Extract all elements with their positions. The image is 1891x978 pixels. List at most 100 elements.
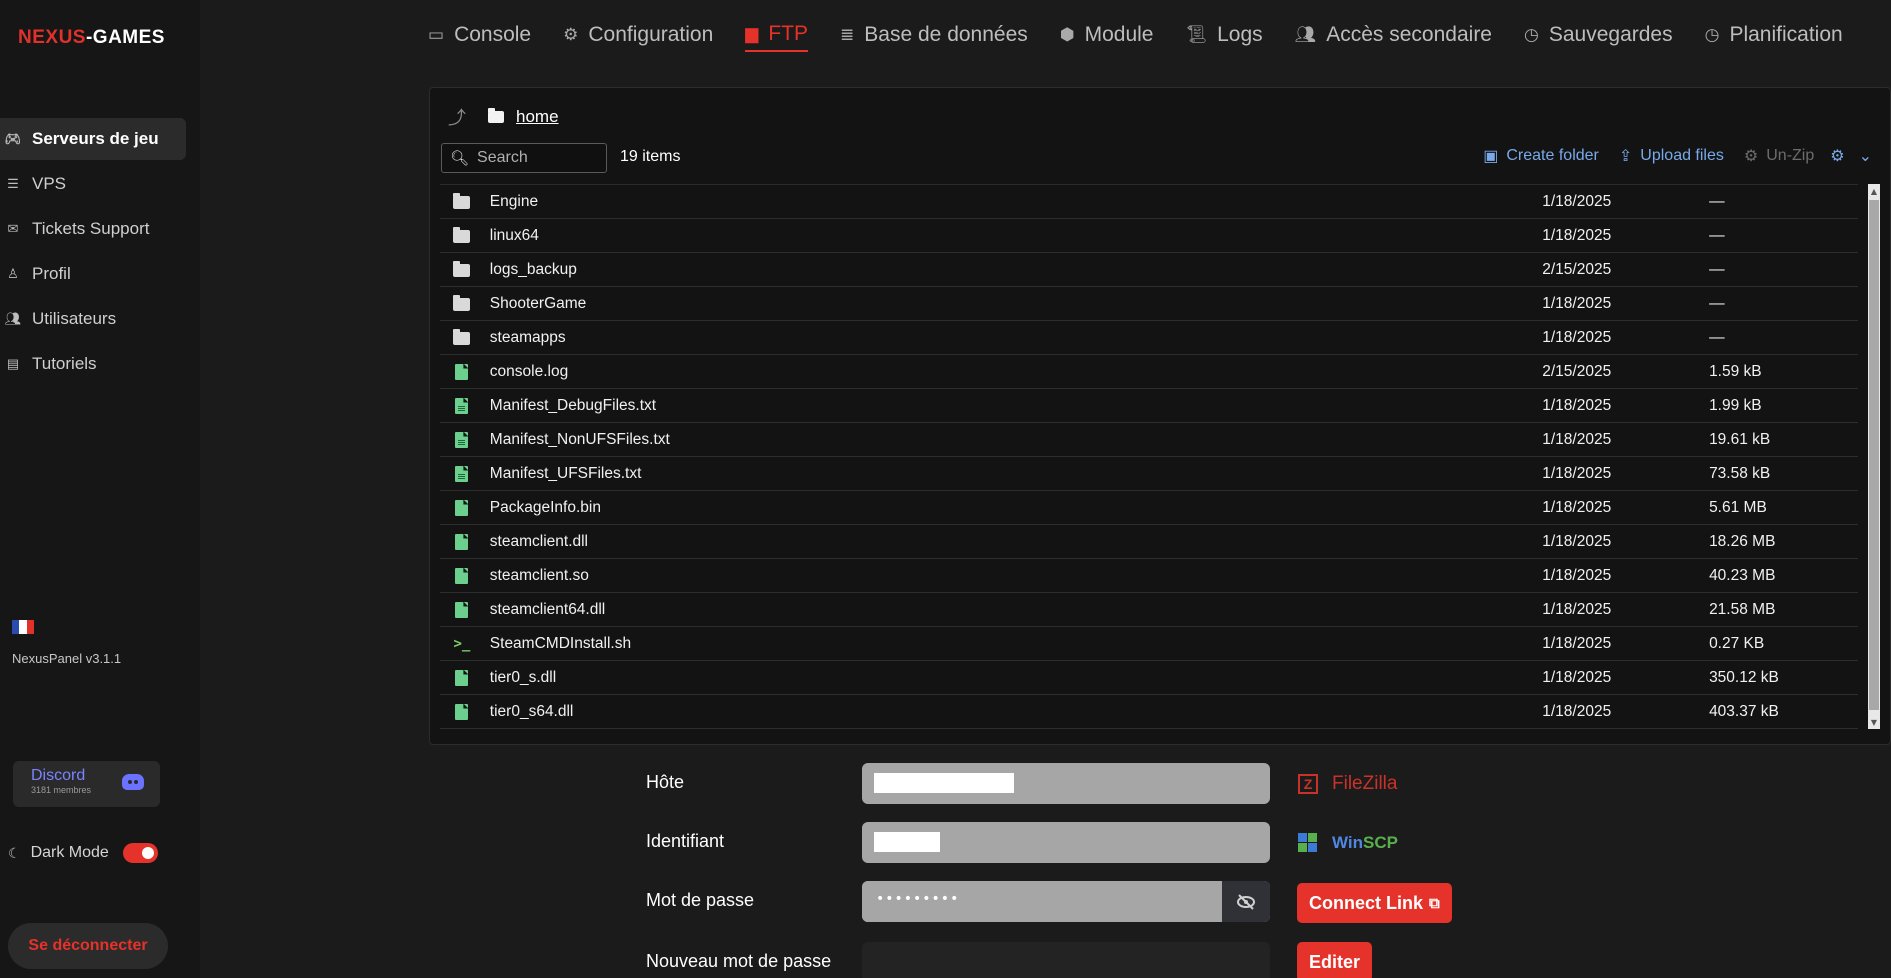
tab-console[interactable]: ▭ Console (428, 18, 531, 52)
file-row[interactable]: Manifest_NonUFSFiles.txt 1/18/2025 19.61 k… (440, 423, 1858, 457)
file-manager-panel: ⤴ home 🔍︎ 19 items ▣ Create folder ⇪ Uploa… (429, 87, 1891, 745)
tab-logs[interactable]: 📜︎ Logs (1186, 18, 1263, 52)
file-row[interactable]: tier0_s64.dll 1/18/2025 403.37 kB (440, 695, 1858, 729)
toggle-visibility-eye-slash-icon[interactable] (1222, 881, 1270, 922)
sidebar-item-tickets[interactable]: ✉ Tickets Support (0, 208, 186, 250)
sidebar-item-tutorials[interactable]: ▤ Tutoriels (0, 343, 186, 385)
settings-gear-icon[interactable]: ⚙ (1830, 146, 1844, 166)
file-type-icon-wrapper (448, 567, 476, 584)
file-name: PackageInfo.bin (489, 498, 601, 516)
file-type-icon-wrapper (448, 431, 476, 448)
brand-logo[interactable]: NEXUS-GAMES (18, 27, 165, 49)
file-date: 2/15/2025 (1542, 260, 1612, 278)
tab-module[interactable]: ⬢ Module (1060, 18, 1154, 52)
search-input[interactable] (477, 149, 598, 167)
file-row[interactable]: steamapps 1/18/2025 — (440, 321, 1858, 355)
sidebar-item-users[interactable]: 👥︎ Utilisateurs (0, 298, 186, 340)
sidebar-item-label: VPS (32, 174, 67, 193)
sidebar-item-profile[interactable]: ♙ Profil (0, 253, 186, 295)
discord-widget[interactable]: Discord 3181 membres (13, 761, 160, 807)
tab-ftp[interactable]: ▆ FTP (745, 18, 809, 52)
username-label: Identifiant (646, 831, 725, 851)
file-actions: ▣ Create folder ⇪ Upload files ⚙ Un-Zip ⚙ ⌄ (1463, 146, 1872, 166)
tab-database[interactable]: ≣ Base de données (840, 18, 1028, 52)
file-row[interactable]: Engine 1/18/2025 — (440, 185, 1858, 219)
users-icon: 👥︎ (4, 311, 22, 326)
winscp-label-part2: SCP (1363, 833, 1398, 852)
file-icon (455, 601, 469, 618)
scrollbar-thumb[interactable] (1869, 200, 1879, 710)
unzip-button[interactable]: ⚙ Un-Zip (1744, 146, 1814, 166)
file-row[interactable]: ShooterGame 1/18/2025 — (440, 287, 1858, 321)
file-row[interactable]: PackageInfo.bin 1/18/2025 5.61 MB (440, 491, 1858, 525)
create-folder-button[interactable]: ▣ Create folder (1483, 146, 1599, 166)
gears-icon: ⚙ (563, 25, 579, 44)
edit-button[interactable]: Editer (1297, 942, 1373, 978)
file-icon (455, 499, 469, 516)
username-field[interactable] (862, 822, 1270, 863)
file-type-icon-wrapper (448, 329, 476, 345)
tab-label: Planification (1729, 23, 1843, 46)
winscp-link[interactable]: Win SCP (1298, 833, 1398, 853)
file-type-icon-wrapper (448, 227, 476, 243)
sidebar-item-vps[interactable]: ☰ VPS (0, 163, 186, 205)
dark-mode-toggle[interactable] (122, 843, 158, 863)
file-date: 1/18/2025 (1542, 294, 1612, 312)
file-row[interactable]: >_ SteamCMDInstall.sh 1/18/2025 0.27 KB (440, 627, 1858, 661)
file-row[interactable]: tier0_s.dll 1/18/2025 350.12 kB (440, 661, 1858, 695)
tab-scheduling[interactable]: ◷ Planification (1705, 18, 1843, 52)
item-count: 19 items (620, 148, 681, 165)
connect-link-button[interactable]: Connect Link ⧉ (1297, 883, 1452, 923)
filezilla-link[interactable]: Z FileZilla (1298, 773, 1397, 795)
brand-part2: -GAMES (85, 27, 165, 48)
cube-icon: ⬢ (1059, 25, 1075, 44)
logout-button[interactable]: Se déconnecter (8, 923, 168, 969)
sidebar: NEXUS-GAMES 🎮︎ Serveurs de jeu ☰ VPS ✉ T… (0, 0, 200, 978)
file-row[interactable]: linux64 1/18/2025 — (440, 219, 1858, 253)
tab-configuration[interactable]: ⚙ Configuration (563, 18, 713, 52)
folder-icon (453, 329, 471, 345)
new-password-field[interactable] (862, 942, 1270, 978)
file-row[interactable]: Manifest_DebugFiles.txt 1/18/2025 1.99 kB (440, 389, 1858, 423)
tab-secondary-access[interactable]: 👥︎ Accès secondaire (1295, 18, 1492, 52)
sidebar-item-label: Profil (32, 264, 71, 283)
host-field[interactable] (862, 763, 1270, 804)
file-row[interactable]: steamclient64.dll 1/18/2025 21.58 MB (440, 593, 1858, 627)
user-icon: ♙ (7, 266, 19, 281)
password-field[interactable]: ••••••••• (862, 881, 1270, 922)
upload-files-label: Upload files (1640, 147, 1724, 164)
file-size: 73.58 kB (1709, 464, 1771, 482)
text-file-icon (455, 431, 469, 448)
file-type-icon-wrapper (448, 703, 476, 720)
file-row[interactable]: Manifest_UFSFiles.txt 1/18/2025 73.58 kB (440, 457, 1858, 491)
dark-mode-label: Dark Mode (30, 844, 109, 861)
file-table-scrollbar[interactable]: ▲ ▼ (1868, 184, 1880, 729)
language-flag-icon[interactable] (12, 620, 34, 634)
scroll-up-arrow-icon[interactable]: ▲ (1868, 184, 1880, 198)
chevron-down-icon[interactable]: ⌄ (1859, 146, 1872, 166)
winscp-icon (1298, 833, 1318, 853)
scroll-down-arrow-icon[interactable]: ▼ (1868, 715, 1880, 729)
parent-directory-icon[interactable]: ⤴ (448, 104, 466, 130)
file-date: 1/18/2025 (1542, 192, 1612, 210)
sidebar-item-label: Serveurs de jeu (32, 129, 159, 148)
file-row[interactable]: steamclient.so 1/18/2025 40.23 MB (440, 559, 1858, 593)
file-row[interactable]: steamclient.dll 1/18/2025 18.26 MB (440, 525, 1858, 559)
upload-files-button[interactable]: ⇪ Upload files (1619, 146, 1724, 166)
file-name: SteamCMDInstall.sh (489, 634, 632, 652)
file-name: steamclient.dll (489, 532, 589, 550)
gamepad-icon: 🎮︎ (4, 131, 22, 146)
moon-icon: ☾ (8, 844, 21, 861)
tab-label: Logs (1217, 23, 1263, 46)
file-name: Manifest_NonUFSFiles.txt (489, 430, 670, 448)
tab-backups[interactable]: ◷ Sauvegardes (1524, 18, 1673, 52)
sidebar-item-label: Utilisateurs (32, 309, 117, 328)
file-name: steamclient.so (489, 566, 589, 584)
file-row[interactable]: logs_backup 2/15/2025 — (440, 253, 1858, 287)
sidebar-item-game-servers[interactable]: 🎮︎ Serveurs de jeu (0, 118, 186, 160)
breadcrumb-home-link[interactable]: home (516, 107, 559, 127)
connect-link-label: Connect Link (1309, 892, 1424, 913)
file-row[interactable]: console.log 2/15/2025 1.59 kB (440, 355, 1858, 389)
file-size: 18.26 MB (1709, 532, 1776, 550)
file-icon (455, 669, 469, 686)
